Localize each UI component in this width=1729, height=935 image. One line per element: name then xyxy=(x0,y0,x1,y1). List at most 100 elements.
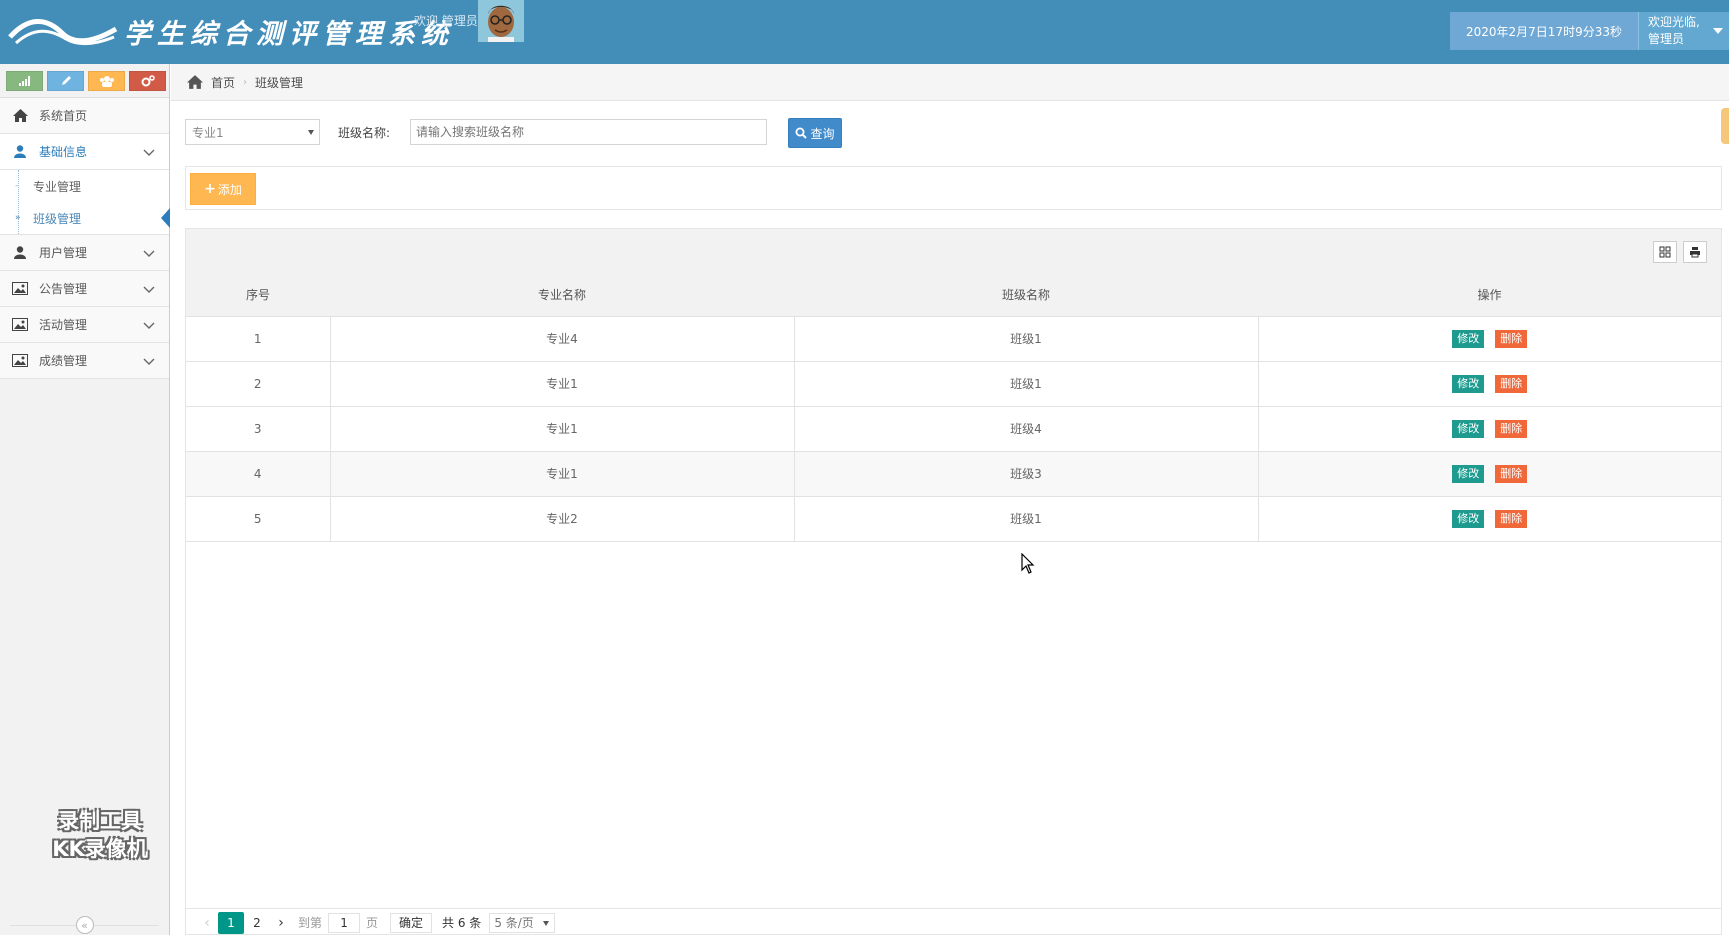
cell-actions: 修改 删除 xyxy=(1258,406,1721,452)
goto-label: 到第 xyxy=(298,916,323,930)
shortcut-signal-button[interactable] xyxy=(6,70,43,91)
delete-button[interactable]: 删除 xyxy=(1495,374,1528,393)
cogs-icon xyxy=(141,74,155,86)
table-row: 3 专业1 班级4 修改 删除 xyxy=(186,406,1721,452)
column-filter-button[interactable] xyxy=(1653,241,1677,263)
delete-button[interactable]: 删除 xyxy=(1495,464,1528,483)
page-button-1[interactable]: 1 xyxy=(218,911,244,934)
sidebar-item-label: 成绩管理 xyxy=(39,354,88,368)
goto-confirm-button[interactable]: 确定 xyxy=(390,912,433,933)
cell-index: 2 xyxy=(186,361,331,407)
cell-actions: 修改 删除 xyxy=(1258,361,1721,407)
table-row: 5 专业2 班级1 修改 删除 xyxy=(186,496,1721,542)
user-icon xyxy=(12,145,28,159)
page-button-2[interactable]: 2 xyxy=(244,912,270,934)
next-page-icon[interactable]: › xyxy=(270,915,292,931)
cell-actions: 修改 删除 xyxy=(1258,496,1721,542)
cell-major: 专业1 xyxy=(330,406,795,452)
chevron-down-icon xyxy=(143,149,155,156)
search-form: 专业1 班级名称: xyxy=(185,118,767,146)
sidebar-submenu-basic-info: - 专业管理 » 班级管理 xyxy=(0,170,170,235)
sidebar-item-notices[interactable]: 公告管理 xyxy=(0,271,169,307)
table-row: 1 专业4 班级1 修改 删除 xyxy=(186,316,1721,362)
sidebar-item-activities[interactable]: 活动管理 xyxy=(0,307,169,343)
cell-index: 1 xyxy=(186,316,331,362)
page-size-select[interactable]: 5 条/页 xyxy=(489,912,556,933)
major-select[interactable]: 专业1 xyxy=(185,119,320,145)
column-header-major: 专业名称 xyxy=(330,273,794,317)
sidebar-item-users[interactable]: 用户管理 xyxy=(0,235,169,271)
user-menu[interactable]: 欢迎光临, 管理员 xyxy=(1638,12,1729,50)
picture-icon xyxy=(12,282,28,296)
sidebar-subitem-label: 专业管理 xyxy=(33,179,82,194)
chevron-down-icon xyxy=(143,286,155,293)
sidebar-item-major-management[interactable]: - 专业管理 xyxy=(0,170,169,202)
double-angle-left-icon[interactable]: « xyxy=(75,916,94,934)
goto-page-input[interactable]: 1 xyxy=(328,912,361,933)
cell-class: 班级1 xyxy=(794,496,1259,542)
sidebar-item-grades[interactable]: 成绩管理 xyxy=(0,343,169,379)
cell-class: 班级4 xyxy=(794,406,1259,452)
shortcut-cogs-button[interactable] xyxy=(129,70,166,91)
top-navbar: 学生综合测评管理系统 欢迎 管理员 2020年2月7日17时9分33秒 欢迎光临… xyxy=(0,0,1729,64)
add-button-label: 添加 xyxy=(217,182,242,197)
welcome-text: 欢迎 管理员 xyxy=(414,14,478,28)
delete-button[interactable]: 删除 xyxy=(1495,329,1528,348)
picture-icon xyxy=(12,318,28,332)
cell-major: 专业4 xyxy=(330,316,795,362)
major-select-value: 专业1 xyxy=(192,125,224,140)
sidebar-item-class-management[interactable]: » 班级管理 xyxy=(0,202,170,234)
prev-page-icon[interactable]: ‹ xyxy=(196,915,218,931)
pagination: ‹ 1 2 › 到第 1 页 确定 共 6 条 5 条/页 xyxy=(186,908,1721,935)
edit-button[interactable]: 修改 xyxy=(1452,509,1485,528)
sidebar-item-label: 公告管理 xyxy=(39,282,88,296)
shortcut-group-button[interactable] xyxy=(88,70,125,91)
toolbar-panel: + 添加 xyxy=(185,166,1722,210)
picture-icon xyxy=(12,354,28,368)
cell-actions: 修改 删除 xyxy=(1258,451,1721,497)
sidebar-item-basic-info[interactable]: 基础信息 xyxy=(0,134,169,170)
add-button[interactable]: + 添加 xyxy=(190,173,256,205)
avatar xyxy=(478,0,524,42)
pencil-icon xyxy=(61,75,71,85)
delete-button[interactable]: 删除 xyxy=(1495,509,1528,528)
cell-class: 班级1 xyxy=(794,361,1259,407)
edit-button[interactable]: 修改 xyxy=(1452,419,1485,438)
app-logo: 学生综合测评管理系统 xyxy=(8,6,454,56)
sidebar-item-home[interactable]: 系统首页 xyxy=(0,98,169,134)
print-button[interactable] xyxy=(1683,241,1707,263)
delete-button[interactable]: 删除 xyxy=(1495,419,1528,438)
class-table-panel: 序号 专业名称 班级名称 操作 1 专业4 班级1 修改 删除 2 专业1 班级1… xyxy=(185,228,1722,935)
settings-toggle-tab[interactable] xyxy=(1721,108,1729,144)
sidebar-item-label: 系统首页 xyxy=(39,109,88,123)
mouse-cursor-icon xyxy=(1021,553,1035,574)
caret-down-icon xyxy=(543,920,550,926)
cell-major: 专业2 xyxy=(330,496,795,542)
class-name-search-input[interactable] xyxy=(410,119,767,145)
edit-button[interactable]: 修改 xyxy=(1452,374,1485,393)
sidebar-subitem-label: 班级管理 xyxy=(33,211,82,226)
query-button[interactable]: 查询 xyxy=(788,118,842,148)
group-icon xyxy=(99,75,114,87)
caret-down-icon xyxy=(1713,28,1723,34)
column-header-class: 班级名称 xyxy=(794,273,1258,317)
class-table: 序号 专业名称 班级名称 操作 1 专业4 班级1 修改 删除 2 专业1 班级1… xyxy=(186,273,1721,542)
shortcut-pencil-button[interactable] xyxy=(47,70,84,91)
watermark-line: 录制工具 xyxy=(58,809,142,833)
edit-button[interactable]: 修改 xyxy=(1452,329,1485,348)
edit-button[interactable]: 修改 xyxy=(1452,464,1485,483)
home-icon xyxy=(187,75,203,89)
total-count: 共 6 条 xyxy=(442,916,482,930)
breadcrumb: 首页 › 班级管理 xyxy=(171,64,1729,101)
breadcrumb-home-link[interactable]: 首页 xyxy=(211,74,235,91)
chevron-down-icon xyxy=(143,250,155,257)
chevron-down-icon xyxy=(143,358,155,365)
sidebar-shortcuts xyxy=(0,64,169,98)
recorder-watermark: 录制工具 KK录像机 xyxy=(30,807,170,863)
caret-down-icon xyxy=(308,130,314,135)
cell-major: 专业1 xyxy=(330,451,795,497)
columns-icon xyxy=(1659,246,1671,258)
table-header-row: 序号 专业名称 班级名称 操作 xyxy=(186,273,1721,317)
plus-icon: + xyxy=(204,181,216,197)
cell-major: 专业1 xyxy=(330,361,795,407)
